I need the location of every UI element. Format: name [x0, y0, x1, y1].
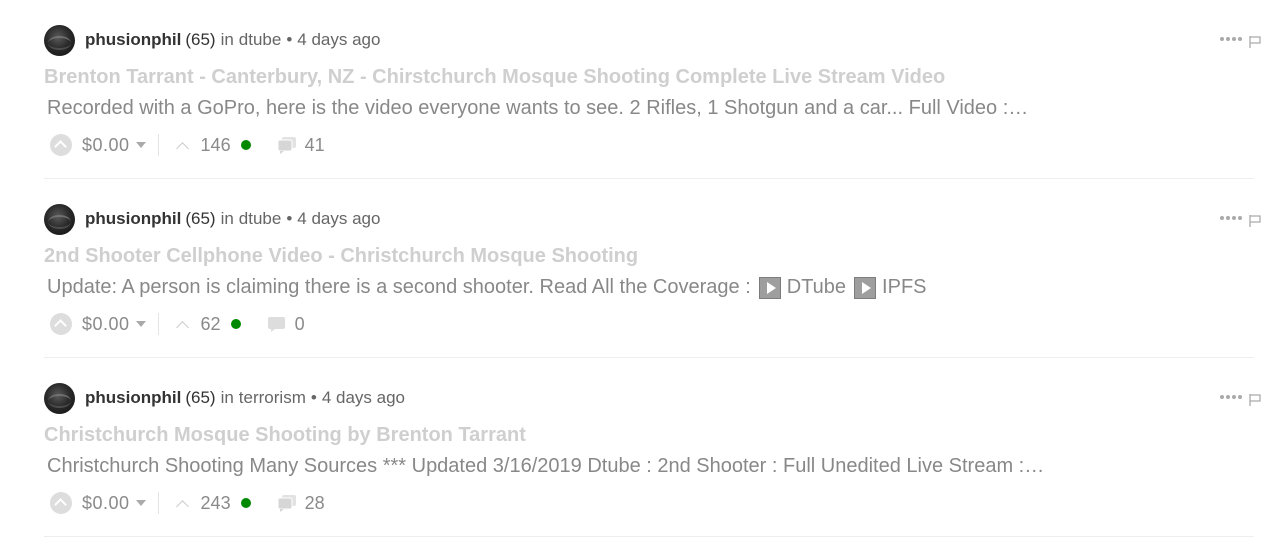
- post-footer: $0.00 62 0: [50, 312, 305, 336]
- post-title[interactable]: Christchurch Mosque Shooting by Brenton …: [44, 424, 526, 447]
- status-dot: [240, 498, 251, 508]
- avatar[interactable]: [44, 382, 75, 414]
- post-header: phusionphil (65) in dtube • 4 days ago: [44, 24, 380, 56]
- vote-chevron-icon: [175, 499, 189, 513]
- caret-down-icon[interactable]: [135, 142, 146, 148]
- post-time[interactable]: 4 days ago: [297, 30, 380, 50]
- vote-count[interactable]: 243: [201, 493, 231, 514]
- flag-icon[interactable]: [1248, 393, 1262, 407]
- payout-value[interactable]: $0.00: [82, 135, 130, 156]
- post-footer: $0.00 243 28: [50, 491, 325, 515]
- post-item: phusionphil (65) in dtube • 4 days ago 2…: [44, 179, 1261, 358]
- payout-value[interactable]: $0.00: [82, 314, 130, 335]
- post-header: phusionphil (65) in terrorism • 4 days a…: [44, 382, 405, 414]
- vote-count[interactable]: 146: [201, 135, 231, 156]
- status-dot: [240, 140, 251, 150]
- author-name[interactable]: phusionphil: [85, 388, 181, 408]
- author-name[interactable]: phusionphil: [85, 209, 181, 229]
- author-name[interactable]: phusionphil: [85, 30, 181, 50]
- caret-down-icon[interactable]: [135, 500, 146, 506]
- community-link[interactable]: terrorism: [239, 388, 306, 408]
- in-label: in: [220, 30, 234, 49]
- divider: [157, 134, 159, 156]
- play-icon: [854, 276, 877, 299]
- separator-dot: •: [310, 388, 317, 407]
- comment-count[interactable]: 0: [295, 314, 305, 335]
- separator-dot: •: [286, 209, 293, 228]
- post-item: phusionphil (65) in dtube • 4 days ago B…: [44, 0, 1261, 179]
- post-body-text: Update: A person is claiming there is a …: [47, 276, 751, 298]
- divider: [157, 313, 159, 335]
- comment-count[interactable]: 41: [305, 135, 325, 156]
- avatar[interactable]: [44, 203, 75, 235]
- author-reputation: (65): [185, 388, 216, 407]
- upvote-icon[interactable]: [50, 492, 72, 514]
- payout-value[interactable]: $0.00: [82, 493, 130, 514]
- vote-chevron-icon: [175, 320, 189, 334]
- comments-icon[interactable]: [267, 315, 287, 333]
- in-label: in: [220, 388, 234, 407]
- community-link[interactable]: dtube: [239, 209, 282, 229]
- flag-icon[interactable]: [1248, 214, 1262, 228]
- more-menu-icon[interactable]: [1220, 393, 1242, 401]
- upvote-icon[interactable]: [50, 134, 72, 156]
- status-dot: [230, 319, 241, 329]
- divider: [157, 492, 159, 514]
- author-reputation: (65): [185, 30, 216, 49]
- in-label: in: [220, 209, 234, 228]
- post-body[interactable]: Christchurch Shooting Many Sources *** U…: [47, 455, 1044, 478]
- more-menu-icon[interactable]: [1220, 214, 1242, 222]
- more-menu-icon[interactable]: [1220, 35, 1242, 43]
- post-feed: phusionphil (65) in dtube • 4 days ago B…: [0, 0, 1280, 553]
- post-body[interactable]: Update: A person is claiming there is a …: [47, 276, 927, 299]
- post-item: phusionphil (65) in terrorism • 4 days a…: [44, 358, 1261, 537]
- separator-dot: •: [286, 30, 293, 49]
- post-title[interactable]: Brenton Tarrant - Canterbury, NZ - Chirs…: [44, 66, 945, 89]
- post-header: phusionphil (65) in dtube • 4 days ago: [44, 203, 380, 235]
- post-body-text: Christchurch Shooting Many Sources *** U…: [47, 455, 1045, 477]
- comments-icon[interactable]: [277, 494, 297, 512]
- post-time[interactable]: 4 days ago: [297, 209, 380, 229]
- community-link[interactable]: dtube: [239, 30, 282, 50]
- post-time[interactable]: 4 days ago: [322, 388, 405, 408]
- post-footer: $0.00 146 41: [50, 133, 325, 157]
- ipfs-link[interactable]: IPFS: [882, 276, 926, 299]
- flag-icon[interactable]: [1248, 35, 1262, 49]
- post-body-text: Recorded with a GoPro, here is the video…: [47, 97, 1029, 119]
- dtube-link[interactable]: DTube: [787, 276, 846, 299]
- comments-icon[interactable]: [277, 136, 297, 154]
- post-body[interactable]: Recorded with a GoPro, here is the video…: [47, 97, 1028, 120]
- play-icon: [758, 276, 781, 299]
- upvote-icon[interactable]: [50, 313, 72, 335]
- post-title[interactable]: 2nd Shooter Cellphone Video - Christchur…: [44, 245, 638, 268]
- author-reputation: (65): [185, 209, 216, 228]
- comment-count[interactable]: 28: [305, 493, 325, 514]
- caret-down-icon[interactable]: [135, 321, 146, 327]
- avatar[interactable]: [44, 24, 75, 56]
- vote-chevron-icon: [175, 141, 189, 155]
- vote-count[interactable]: 62: [201, 314, 221, 335]
